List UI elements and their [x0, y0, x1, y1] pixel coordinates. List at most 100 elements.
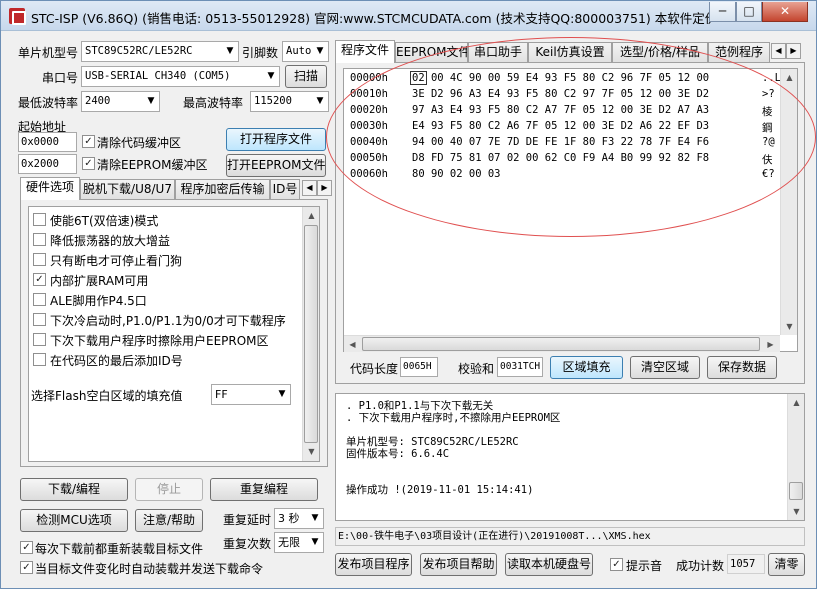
serial-port-select[interactable]: USB-SERIAL CH340 (COM5) ▼	[81, 66, 280, 87]
hex-bytes[interactable]: 97 A3 E4 93 F5 80 C2 A7 7F 05 12 00 3E D…	[412, 104, 709, 116]
tab-offline-download[interactable]: 脱机下载/U8/U7	[80, 179, 175, 199]
hw-option-label: ALE脚用作P4.5口	[50, 294, 147, 308]
clear-code-buffer-label: 清除代码缓冲区	[97, 136, 182, 150]
hex-ascii: 伕	[762, 154, 773, 166]
scroll-down-icon[interactable]: ▼	[781, 318, 798, 335]
hex-ascii: 棱	[762, 106, 773, 118]
minimize-button[interactable]: ─	[709, 2, 736, 22]
open-eeprom-file-button[interactable]: 打开EEPROM文件	[226, 154, 326, 177]
log-scrollbar[interactable]: ▲ ▼	[787, 394, 804, 520]
code-start-address-input[interactable]: 0x0000	[18, 132, 77, 152]
hex-address: 00040h	[350, 136, 388, 148]
log-line: 单片机型号: STC89C52RC/LE52RC	[346, 436, 519, 448]
hex-ascii: €?	[762, 168, 775, 180]
hw-option-checkbox[interactable]	[33, 213, 46, 226]
scroll-thumb[interactable]	[304, 225, 318, 443]
log-text: . P1.0和P1.1与下次下载无关. 下次下载用户程序时,不擦除用户EEPRO…	[346, 400, 560, 496]
repeat-delay-select[interactable]: 3 秒 ▼	[274, 508, 324, 529]
eeprom-start-address-input[interactable]: 0x2000	[18, 154, 77, 174]
scroll-up-icon[interactable]: ▲	[781, 69, 798, 86]
hardware-options-scrollbar[interactable]: ▲ ▼	[302, 207, 319, 461]
publish-help-button[interactable]: 发布项目帮助	[420, 553, 497, 576]
flash-fill-select[interactable]: FF ▼	[211, 384, 291, 405]
tab-selection-price[interactable]: 选型/价格/样品	[612, 42, 708, 62]
hw-option-checkbox[interactable]	[33, 253, 46, 266]
stop-button[interactable]: 停止	[135, 478, 203, 501]
checksum-value: 0031TCH	[497, 357, 543, 377]
scan-button[interactable]: 扫描	[285, 65, 327, 88]
min-baud-select[interactable]: 2400 ▼	[81, 91, 160, 112]
hw-option-checkbox[interactable]: ✓	[33, 273, 46, 286]
mcu-model-label: 单片机型号	[18, 46, 79, 60]
max-baud-value: 115200	[254, 95, 292, 107]
tab-program-file[interactable]: 程序文件	[335, 40, 395, 63]
hex-bytes[interactable]: 02 00 4C 90 00 59 E4 93 F5 80 C2 96 7F 0…	[412, 72, 709, 84]
detect-mcu-options-button[interactable]: 检测MCU选项	[20, 509, 128, 532]
read-disk-id-button[interactable]: 读取本机硬盘号	[505, 553, 593, 576]
hw-option-checkbox[interactable]	[33, 353, 46, 366]
tab-scroll-left-icon[interactable]: ◀	[302, 180, 317, 196]
save-data-button[interactable]: 保存数据	[707, 356, 777, 379]
tab-id[interactable]: ID号	[270, 179, 300, 199]
repeat-program-button[interactable]: 重复编程	[210, 478, 318, 501]
hw-option-checkbox[interactable]	[33, 233, 46, 246]
auto-reload-label: 当目标文件变化时自动装载并发送下载命令	[35, 562, 264, 576]
hw-option-checkbox[interactable]	[33, 333, 46, 346]
hex-address: 00050h	[350, 152, 388, 164]
chevron-down-icon: ▼	[316, 96, 324, 106]
hex-bytes[interactable]: 94 00 40 07 7E 7D DE FE 1F 80 F3 22 78 7…	[412, 136, 709, 148]
tab-scroll-left-icon[interactable]: ◀	[771, 43, 786, 59]
mcu-model-select[interactable]: STC89C52RC/LE52RC ▼	[81, 41, 239, 62]
hardware-tabs: 硬件选项 脱机下载/U8/U7 程序加密后传输 ID号 ◀ ▶	[20, 177, 332, 201]
clear-count-button[interactable]: 清零	[768, 553, 805, 576]
tab-hardware-options[interactable]: 硬件选项	[20, 177, 80, 200]
hex-bytes[interactable]: 80 90 02 00 03	[412, 168, 501, 180]
download-program-button[interactable]: 下载/编程	[20, 478, 128, 501]
clear-code-buffer-checkbox[interactable]: ✓	[82, 135, 95, 148]
scroll-right-icon[interactable]: ▶	[762, 336, 779, 353]
maximize-button[interactable]: □	[736, 2, 762, 22]
clear-eeprom-buffer-checkbox[interactable]: ✓	[82, 157, 95, 170]
hex-bytes[interactable]: 3E D2 96 A3 E4 93 F5 80 C2 97 7F 05 12 0…	[412, 88, 709, 100]
hex-view[interactable]: 00000h 02 00 4C 90 00 59 E4 93 F5 80 C2 9…	[343, 68, 798, 352]
checksum-label: 校验和	[458, 362, 495, 376]
notes-help-button[interactable]: 注意/帮助	[135, 509, 203, 532]
scroll-down-icon[interactable]: ▼	[303, 443, 320, 460]
max-baud-select[interactable]: 115200 ▼	[250, 91, 329, 112]
publish-program-button[interactable]: 发布项目程序	[335, 553, 412, 576]
pin-count-select[interactable]: Auto ▼	[282, 41, 329, 62]
auto-reload-checkbox[interactable]: ✓	[20, 561, 33, 574]
hex-horizontal-scrollbar[interactable]: ◀ ▶	[344, 335, 780, 352]
tab-encrypted-transfer[interactable]: 程序加密后传输	[175, 179, 270, 199]
sound-checkbox[interactable]: ✓	[610, 558, 623, 571]
hex-bytes[interactable]: D8 FD 75 81 07 02 00 62 C0 F9 A4 B0 99 9…	[412, 152, 709, 164]
tab-scroll-right-icon[interactable]: ▶	[317, 180, 332, 196]
clear-region-button[interactable]: 清空区域	[630, 356, 700, 379]
tab-scroll-arrows: ◀ ▶	[771, 42, 801, 59]
hex-bytes[interactable]: E4 93 F5 80 C2 A6 7F 05 12 00 3E D2 A6 2…	[412, 120, 709, 132]
tab-scroll-right-icon[interactable]: ▶	[786, 43, 801, 59]
scroll-left-icon[interactable]: ◀	[344, 336, 361, 353]
serial-port-value: USB-SERIAL CH340 (COM5)	[85, 70, 231, 82]
region-fill-button[interactable]: 区域填充	[550, 356, 623, 379]
repeat-count-select[interactable]: 无限 ▼	[274, 532, 324, 553]
hw-option-checkbox[interactable]	[33, 293, 46, 306]
hex-vertical-scrollbar[interactable]: ▲ ▼	[780, 69, 797, 335]
hw-option-label: 在代码区的最后添加ID号	[50, 354, 183, 368]
tab-serial-assistant[interactable]: 串口助手	[468, 42, 528, 62]
tab-keil-settings[interactable]: Keil仿真设置	[528, 42, 612, 62]
scroll-up-icon[interactable]: ▲	[788, 394, 805, 411]
log-line: . 下次下载用户程序时,不擦除用户EEPROM区	[346, 412, 561, 424]
tab-examples[interactable]: 范例程序	[708, 42, 770, 62]
scroll-up-icon[interactable]: ▲	[303, 207, 320, 224]
open-program-file-button[interactable]: 打开程序文件	[226, 128, 326, 151]
scroll-thumb[interactable]	[789, 482, 803, 500]
scroll-down-icon[interactable]: ▼	[788, 503, 805, 520]
tab-eeprom-file[interactable]: EEPROM文件	[395, 42, 468, 62]
scroll-thumb[interactable]	[362, 337, 760, 351]
close-button[interactable]: ✕	[762, 2, 808, 22]
hw-option-checkbox[interactable]	[33, 313, 46, 326]
reload-before-download-checkbox[interactable]: ✓	[20, 541, 33, 554]
